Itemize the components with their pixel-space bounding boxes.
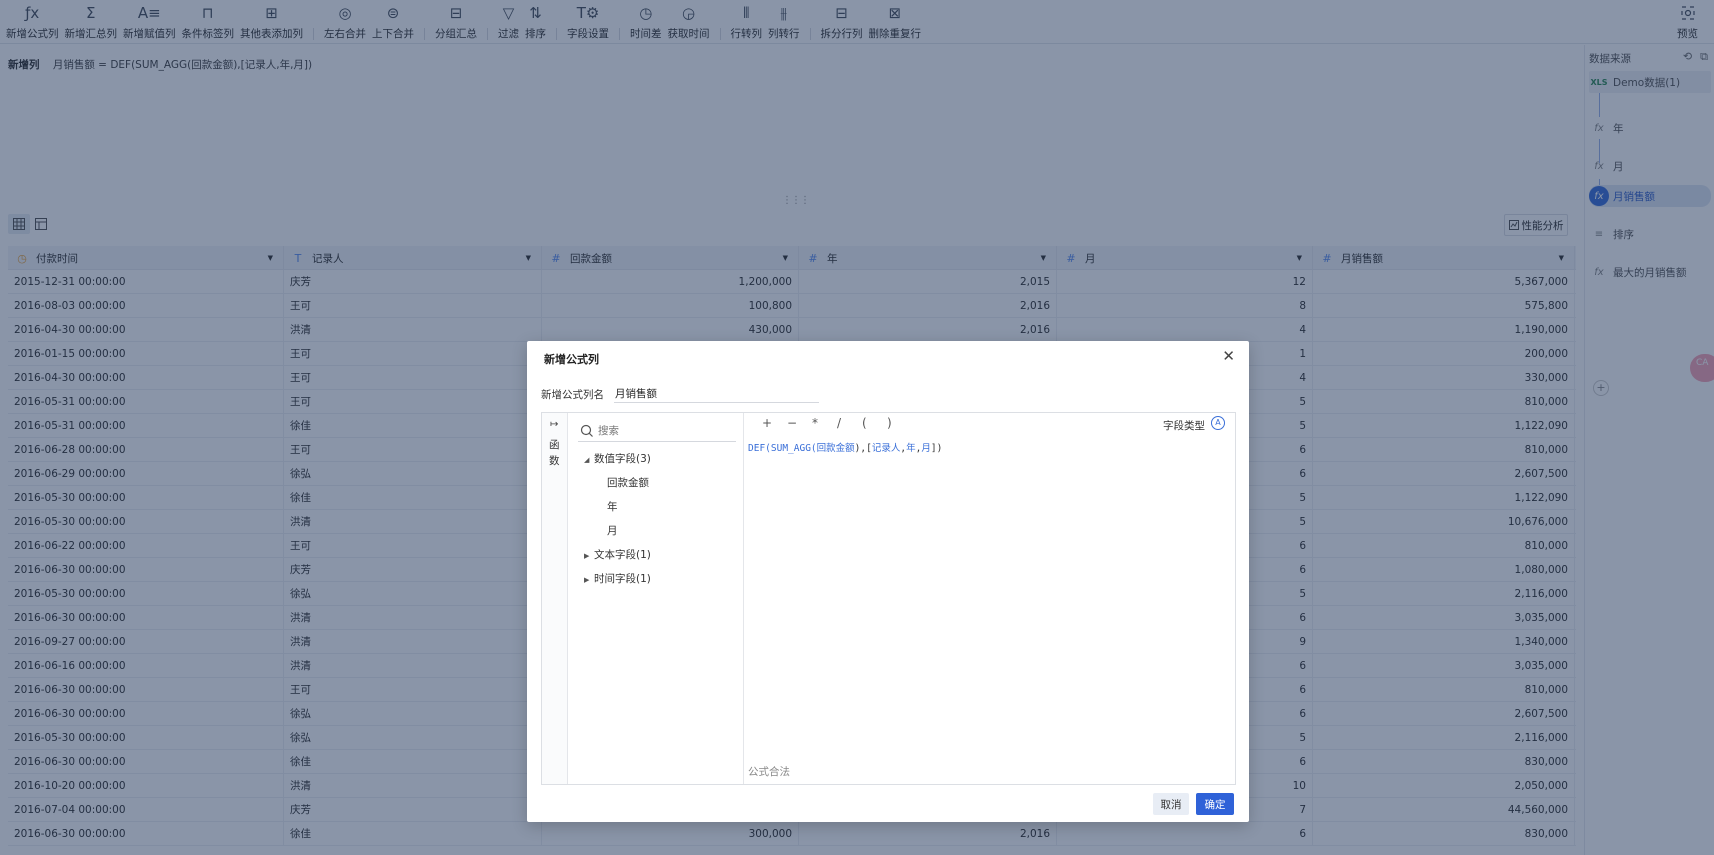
field-type-label: 字段类型 (1163, 420, 1205, 432)
tree-group-label: 文本字段(1) (594, 549, 651, 561)
column-name-row: 新增公式列名 (541, 385, 819, 403)
operator-button[interactable]: + (762, 416, 787, 430)
collapse-triangle-icon: ◢ (584, 456, 590, 464)
tree-item-field[interactable]: 回款金额 (607, 475, 649, 490)
expand-triangle-icon: ▶ (584, 576, 590, 584)
formula-valid-status: 公式合法 (748, 766, 790, 778)
function-tab[interactable]: ↦ 函数 (542, 413, 568, 784)
function-tab-label: 函数 (549, 439, 560, 467)
confirm-button[interactable]: 确定 (1196, 793, 1234, 815)
formula-editor-box: ↦ 函数 ◢ 数值字段(3) 回款金额 年 月 ▶ 文本字段(1) ▶ 时间字段(1)… (541, 412, 1236, 785)
tree-group-time[interactable]: ▶ 时间字段(1) (584, 571, 651, 586)
cancel-button[interactable]: 取消 (1153, 793, 1189, 815)
code-pane[interactable]: + − * /() 字段类型 A DEF(SUM_AGG(回款金额),[记录人,年,月… (744, 413, 1235, 784)
code-punct: ]) (930, 443, 943, 454)
tree-item-field[interactable]: 月 (607, 523, 618, 538)
tree-group-text[interactable]: ▶ 文本字段(1) (584, 547, 651, 562)
field-search (578, 420, 736, 442)
operator-button[interactable]: ) (887, 416, 912, 430)
column-name-label: 新增公式列名 (541, 388, 604, 401)
operator-button[interactable]: / (837, 416, 862, 430)
code-field: 月 (921, 443, 931, 454)
search-input[interactable] (598, 424, 728, 437)
column-name-input[interactable] (614, 385, 819, 403)
expand-triangle-icon: ▶ (584, 552, 590, 560)
operator-button[interactable]: ( (862, 416, 887, 430)
code-field: 回款金额 (816, 443, 855, 454)
code-field: 记录人 (871, 443, 901, 454)
operator-button[interactable]: − (787, 416, 812, 430)
tree-group-numeric[interactable]: ◢ 数值字段(3) (584, 451, 651, 466)
field-type-icon[interactable]: A (1211, 416, 1225, 430)
tree-group-label: 数值字段(3) (594, 453, 651, 465)
code-fn: DEF(SUM_AGG( (748, 443, 817, 454)
close-icon[interactable]: ✕ (1222, 347, 1235, 365)
code-punct: ),[ (854, 443, 872, 454)
search-icon (580, 424, 593, 437)
code-field: 年 (906, 443, 916, 454)
tree-group-label: 时间字段(1) (594, 573, 651, 585)
formula-code[interactable]: DEF(SUM_AGG(回款金额),[记录人,年,月]) (748, 440, 942, 454)
new-formula-column-dialog: 新增公式列 ✕ 新增公式列名 ↦ 函数 ◢ 数值字段(3) 回款金额 年 月 ▶ 文… (527, 341, 1249, 822)
operator-bar: + − * /() (762, 416, 912, 430)
expand-arrow-icon: ↦ (550, 419, 559, 430)
tree-item-field[interactable]: 年 (607, 499, 618, 514)
dialog-title: 新增公式列 (544, 353, 599, 366)
operator-button[interactable]: * (812, 416, 837, 430)
field-pane: ◢ 数值字段(3) 回款金额 年 月 ▶ 文本字段(1) ▶ 时间字段(1) (568, 413, 744, 784)
